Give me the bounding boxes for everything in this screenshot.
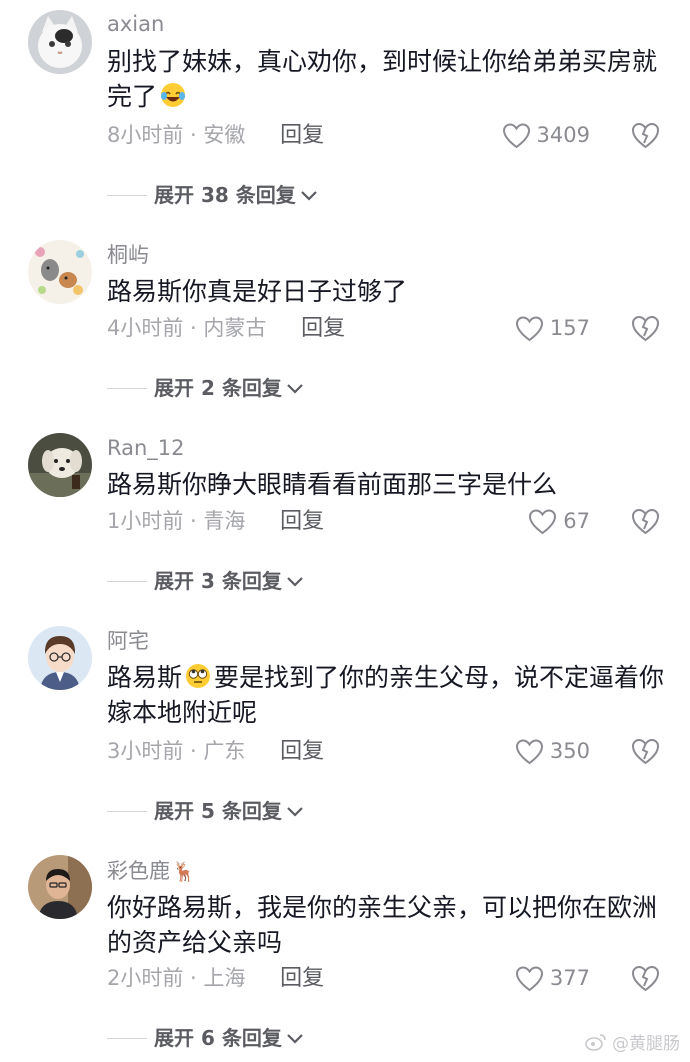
divider [107, 580, 147, 582]
laughing-tears-emoji-icon [161, 83, 186, 107]
like-count: 157 [549, 316, 590, 340]
like-count: 350 [549, 739, 590, 763]
chevron-down-icon [287, 384, 303, 394]
heart-icon [515, 738, 543, 764]
heart-icon [502, 122, 530, 148]
expand-replies[interactable]: 展开 2 条回复 [107, 375, 304, 401]
chevron-down-icon [287, 577, 303, 587]
illustration-avatar-icon [28, 240, 92, 304]
comment-meta: 2小时前 · 上海 回复 [107, 964, 324, 993]
avatar[interactable] [28, 433, 92, 497]
man-photo-avatar-icon [28, 855, 92, 919]
expand-replies[interactable]: 展开 3 条回复 [107, 568, 304, 594]
weibo-logo-icon [585, 1033, 606, 1051]
like-count: 377 [549, 966, 590, 990]
divider [107, 1037, 147, 1039]
divider [107, 194, 147, 196]
expand-replies[interactable]: 展开 6 条回复 [107, 1025, 304, 1051]
heart-icon [515, 315, 543, 341]
username[interactable]: 桐屿 [107, 242, 149, 268]
time-location: 4小时前 · 内蒙古 [107, 316, 267, 340]
like-button[interactable]: 157 [515, 314, 590, 342]
broken-heart-icon[interactable] [631, 507, 660, 535]
chevron-down-icon [287, 1034, 303, 1044]
expand-replies[interactable]: 展开 5 条回复 [107, 798, 304, 824]
dog-avatar-icon [28, 433, 92, 497]
divider [107, 387, 147, 389]
like-count: 67 [563, 509, 590, 533]
reply-button[interactable]: 回复 [280, 122, 324, 150]
like-button[interactable]: 377 [515, 964, 590, 992]
username[interactable]: 彩色鹿 🦌 [107, 858, 196, 885]
broken-heart-icon[interactable] [631, 964, 660, 992]
cat-avatar-icon [28, 10, 92, 74]
time-location: 1小时前 · 青海 [107, 509, 246, 533]
time-location: 2小时前 · 上海 [107, 966, 246, 990]
comment-text: 别找了妹妹，真心劝你，到时候让你给弟弟买房就完了 [107, 47, 658, 111]
anime-boy-avatar-icon [28, 626, 92, 690]
broken-heart-icon[interactable] [631, 314, 660, 342]
comment-text: 你好路易斯，我是你的亲生父亲，可以把你在欧洲的资产给父亲吗 [107, 893, 658, 957]
like-count: 3409 [536, 123, 590, 147]
comment-text: 路易斯你睁大眼睛看看前面那三字是什么 [107, 470, 558, 499]
reply-button[interactable]: 回复 [280, 965, 324, 993]
weibo-watermark: @黄腿肠 [585, 1029, 680, 1054]
time-location: 8小时前 · 安徽 [107, 123, 246, 147]
eye-roll-emoji-icon [186, 664, 211, 688]
reply-button[interactable]: 回复 [301, 315, 345, 343]
avatar[interactable] [28, 10, 92, 74]
comment-meta: 1小时前 · 青海 回复 [107, 507, 324, 536]
avatar[interactable] [28, 855, 92, 919]
like-button[interactable]: 67 [528, 507, 590, 535]
chevron-down-icon [300, 191, 317, 201]
username[interactable]: 阿宅 [107, 628, 149, 654]
time-location: 3小时前 · 广东 [107, 739, 246, 763]
heart-icon [529, 508, 557, 534]
expand-label: 展开 3 条回复 [154, 569, 282, 593]
like-button[interactable]: 350 [515, 737, 590, 765]
comment-meta: 4小时前 · 内蒙古 回复 [107, 314, 345, 343]
broken-heart-icon[interactable] [631, 737, 660, 765]
reply-button[interactable]: 回复 [280, 738, 324, 766]
comment-meta: 8小时前 · 安徽 回复 [107, 121, 324, 150]
avatar[interactable] [28, 240, 92, 304]
comment-text: 路易斯你真是好日子过够了 [107, 277, 408, 306]
comment-text: 路易斯 要是找到了你的亲生父母，说不定逼着你嫁本地附近呢 [107, 663, 665, 727]
expand-label: 展开 6 条回复 [154, 1026, 282, 1050]
watermark-text: @黄腿肠 [612, 1034, 680, 1054]
like-button[interactable]: 3409 [502, 121, 590, 149]
expand-label: 展开 5 条回复 [154, 799, 282, 823]
reply-button[interactable]: 回复 [280, 508, 324, 536]
chevron-down-icon [287, 807, 303, 817]
deer-icon: 🦌 [172, 861, 196, 883]
expand-label: 展开 2 条回复 [154, 376, 282, 400]
comment-meta: 3小时前 · 广东 回复 [107, 737, 324, 766]
username[interactable]: Ran_12 [107, 435, 185, 461]
divider [107, 810, 147, 812]
avatar[interactable] [28, 626, 92, 690]
expand-replies[interactable]: 展开 38 条回复 [107, 182, 318, 208]
heart-icon [515, 965, 543, 991]
broken-heart-icon[interactable] [631, 121, 660, 149]
username[interactable]: axian [107, 11, 164, 37]
expand-label: 展开 38 条回复 [154, 183, 296, 207]
